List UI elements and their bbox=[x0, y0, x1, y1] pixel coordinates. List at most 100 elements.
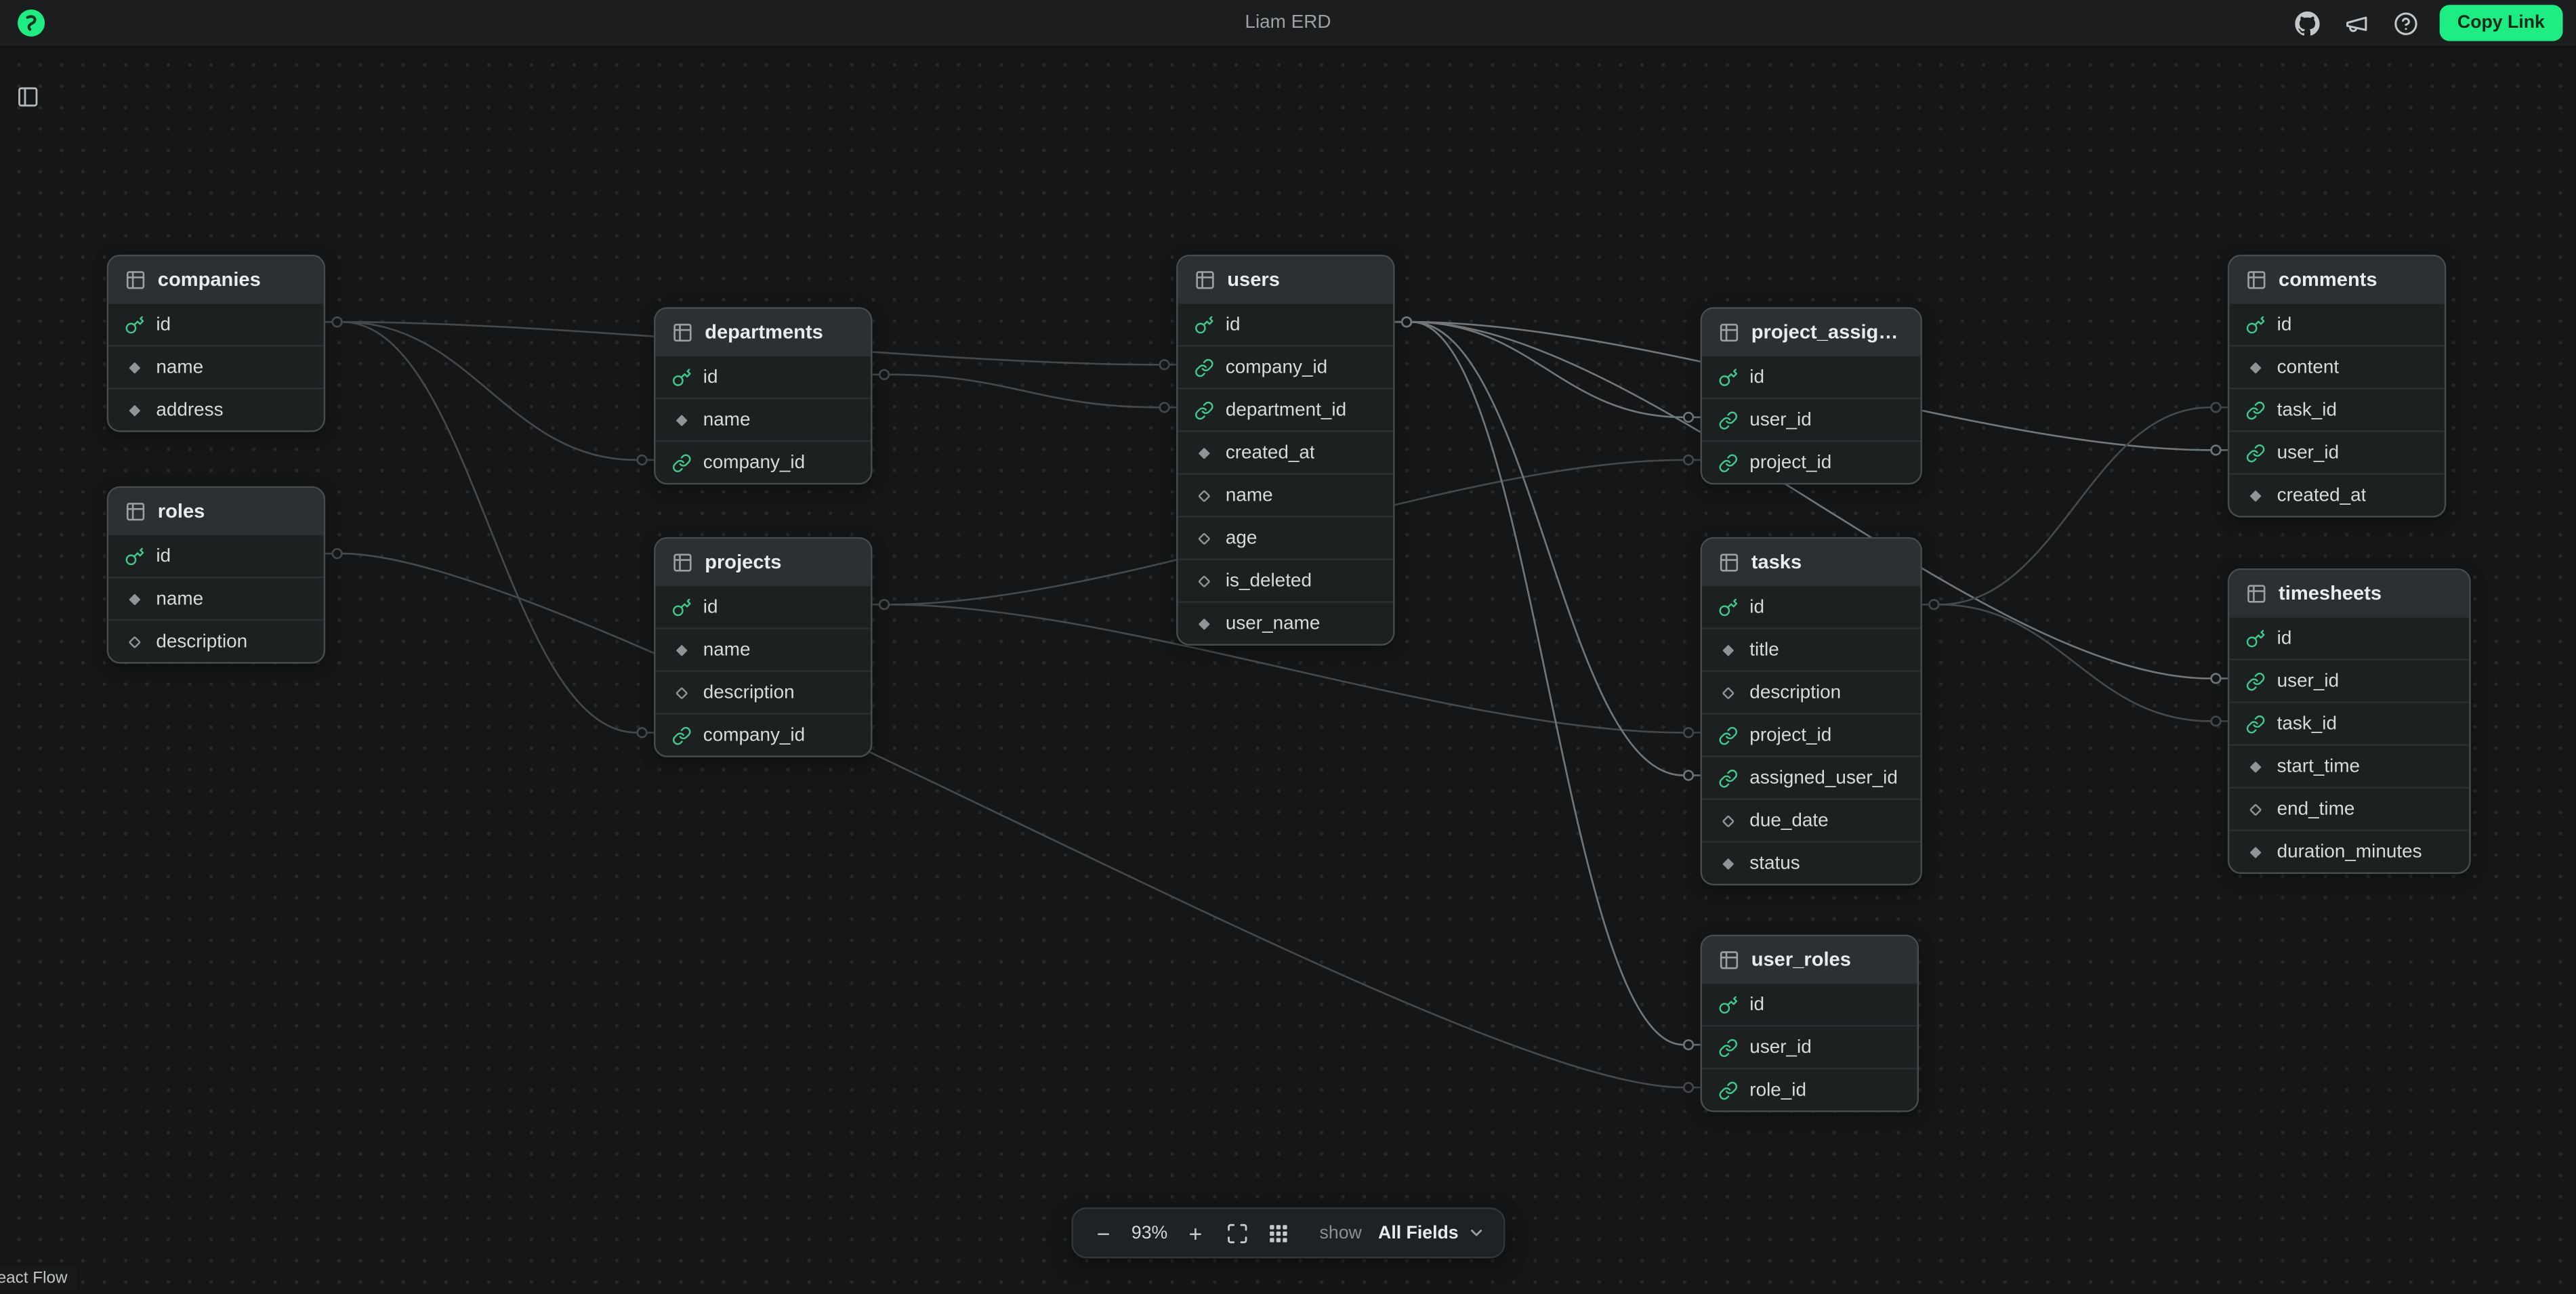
field-row-tasks-title[interactable]: title bbox=[1702, 627, 1920, 670]
fields-filter-select[interactable]: All Fields bbox=[1371, 1223, 1491, 1243]
copy-link-button[interactable]: Copy Link bbox=[2439, 5, 2562, 41]
table-name: tasks bbox=[1751, 550, 1802, 573]
table-node-comments[interactable]: commentsidcontent task_id user_idcreated_a… bbox=[2228, 255, 2446, 518]
field-row-project_assignments-user_id[interactable]: user_id bbox=[1702, 398, 1920, 440]
table-node-project_assignments[interactable]: project_assignmentsid user_id project_id bbox=[1701, 307, 1922, 484]
field-row-departments-name[interactable]: name bbox=[655, 398, 871, 440]
field-row-user_roles-id[interactable]: id bbox=[1702, 982, 1917, 1025]
table-node-tasks[interactable]: tasks id titledescriptionproject_idassigne… bbox=[1701, 537, 1922, 885]
field-row-users-age[interactable]: age bbox=[1178, 516, 1394, 558]
field-row-timesheets-duration_minutes[interactable]: duration_minutes bbox=[2229, 829, 2469, 872]
field-row-tasks-status[interactable]: status bbox=[1702, 841, 1920, 883]
field-name: description bbox=[703, 682, 795, 702]
zoom-level: 93% bbox=[1125, 1223, 1173, 1243]
field-row-users-department_id[interactable]: department_id bbox=[1178, 388, 1394, 430]
table-name: projects bbox=[705, 550, 781, 573]
field-row-roles-description[interactable]: description bbox=[108, 619, 324, 662]
table-header[interactable]: departments bbox=[655, 309, 871, 355]
table-header[interactable]: companies bbox=[108, 256, 324, 302]
field-row-projects-company_id[interactable]: company_id bbox=[655, 713, 871, 755]
table-node-user_roles[interactable]: user_rolesid user_id role_id bbox=[1701, 935, 1919, 1112]
table-icon bbox=[125, 500, 146, 522]
field-row-roles-name[interactable]: name bbox=[108, 577, 324, 619]
field-row-timesheets-user_id[interactable]: user_id bbox=[2229, 659, 2469, 701]
field-row-projects-name[interactable]: name bbox=[655, 627, 871, 670]
field-row-timesheets-task_id[interactable]: task_id bbox=[2229, 701, 2469, 744]
erd-canvas[interactable]: − 93% + show All Fields React Flow compa… bbox=[0, 0, 2576, 1294]
field-row-project_assignments-id[interactable]: id bbox=[1702, 355, 1920, 398]
field-row-projects-description[interactable]: description bbox=[655, 670, 871, 713]
liam-logo[interactable] bbox=[13, 5, 49, 41]
field-name: id bbox=[1749, 995, 1764, 1014]
table-node-roles[interactable]: rolesidnamedescription bbox=[107, 486, 325, 664]
field-name: user_id bbox=[1749, 410, 1811, 430]
table-node-timesheets[interactable]: timesheetsiduser_idtask_idstart_timeend_… bbox=[2228, 568, 2471, 874]
field-row-departments-company_id[interactable]: company_id bbox=[655, 440, 871, 483]
field-row-comments-user_id[interactable]: user_id bbox=[2229, 430, 2445, 473]
fit-view-button[interactable] bbox=[1218, 1214, 1255, 1252]
table-node-departments[interactable]: departmentsidname company_id bbox=[654, 307, 872, 484]
field-row-companies-name[interactable]: name bbox=[108, 345, 324, 388]
tidy-up-grid-icon bbox=[1266, 1222, 1289, 1245]
not-null-diamond-icon bbox=[125, 357, 144, 377]
field-row-users-name[interactable]: name bbox=[1178, 473, 1394, 516]
field-row-comments-task_id[interactable]: task_id bbox=[2229, 388, 2445, 430]
field-row-tasks-project_id[interactable]: project_id bbox=[1702, 713, 1920, 755]
field-row-departments-id[interactable]: id bbox=[655, 355, 871, 398]
sidebar-toggle-button[interactable] bbox=[12, 82, 44, 114]
field-row-tasks-assigned_user_id[interactable]: assigned_user_id bbox=[1702, 755, 1920, 798]
table-node-users[interactable]: usersidcompany_iddepartment_id created_at… bbox=[1176, 255, 1394, 646]
github-button[interactable] bbox=[2291, 7, 2324, 39]
table-node-projects[interactable]: projects idname description company_id bbox=[654, 537, 872, 757]
zoom-in-button[interactable]: + bbox=[1177, 1214, 1215, 1252]
field-row-tasks-id[interactable]: id bbox=[1702, 585, 1920, 627]
table-header[interactable]: user_roles bbox=[1702, 936, 1917, 982]
field-row-comments-created_at[interactable]: created_at bbox=[2229, 473, 2445, 516]
field-name: status bbox=[1749, 854, 1800, 873]
field-row-tasks-due_date[interactable]: due_date bbox=[1702, 798, 1920, 841]
tidy-up-button[interactable] bbox=[1259, 1214, 1297, 1252]
react-flow-attribution[interactable]: React Flow bbox=[0, 1266, 77, 1291]
table-header[interactable]: comments bbox=[2229, 256, 2445, 302]
field-row-user_roles-user_id[interactable]: user_id bbox=[1702, 1025, 1917, 1068]
field-row-projects-id[interactable]: id bbox=[655, 585, 871, 627]
table-name: project_assignments bbox=[1751, 320, 1904, 343]
primary-key-icon bbox=[1194, 314, 1214, 334]
field-name: user_id bbox=[1749, 1037, 1811, 1057]
field-row-users-is_deleted[interactable]: is_deleted bbox=[1178, 558, 1394, 601]
table-header[interactable]: users bbox=[1178, 256, 1394, 302]
foreign-key-link-icon bbox=[2246, 400, 2266, 419]
table-header[interactable]: project_assignments bbox=[1702, 309, 1920, 355]
field-row-companies-id[interactable]: id bbox=[108, 302, 324, 345]
field-name: company_id bbox=[703, 453, 805, 472]
relationship-edge-companies.id-to-departments.company_id bbox=[325, 317, 654, 464]
field-row-users-company_id[interactable]: company_id bbox=[1178, 345, 1394, 388]
field-row-companies-address[interactable]: address bbox=[108, 388, 324, 430]
field-row-timesheets-start_time[interactable]: start_time bbox=[2229, 744, 2469, 787]
field-row-tasks-description[interactable]: description bbox=[1702, 670, 1920, 713]
table-header[interactable]: tasks bbox=[1702, 539, 1920, 585]
help-button[interactable] bbox=[2390, 7, 2423, 39]
field-row-timesheets-end_time[interactable]: end_time bbox=[2229, 787, 2469, 829]
zoom-out-button[interactable]: − bbox=[1085, 1214, 1123, 1252]
field-name: task_id bbox=[2277, 400, 2337, 419]
field-name: created_at bbox=[1226, 442, 1315, 462]
field-row-comments-content[interactable]: content bbox=[2229, 345, 2445, 388]
table-node-companies[interactable]: companiesidnameaddress bbox=[107, 255, 325, 432]
table-header[interactable]: projects bbox=[655, 539, 871, 585]
field-row-users-created_at[interactable]: created_at bbox=[1178, 430, 1394, 473]
field-row-timesheets-id[interactable]: id bbox=[2229, 616, 2469, 659]
field-row-user_roles-role_id[interactable]: role_id bbox=[1702, 1068, 1917, 1110]
field-row-comments-id[interactable]: id bbox=[2229, 302, 2445, 345]
table-header[interactable]: timesheets bbox=[2229, 570, 2469, 616]
field-row-project_assignments-project_id[interactable]: project_id bbox=[1702, 440, 1920, 483]
primary-key-icon bbox=[1718, 367, 1738, 387]
field-name: id bbox=[1749, 597, 1764, 617]
announcements-button[interactable] bbox=[2341, 7, 2373, 39]
field-row-users-user_name[interactable]: user_name bbox=[1178, 601, 1394, 644]
field-row-roles-id[interactable]: id bbox=[108, 534, 324, 577]
fit-view-icon bbox=[1225, 1222, 1248, 1245]
field-row-users-id[interactable]: id bbox=[1178, 302, 1394, 345]
table-header[interactable]: roles bbox=[108, 488, 324, 534]
field-name: id bbox=[1749, 367, 1764, 387]
